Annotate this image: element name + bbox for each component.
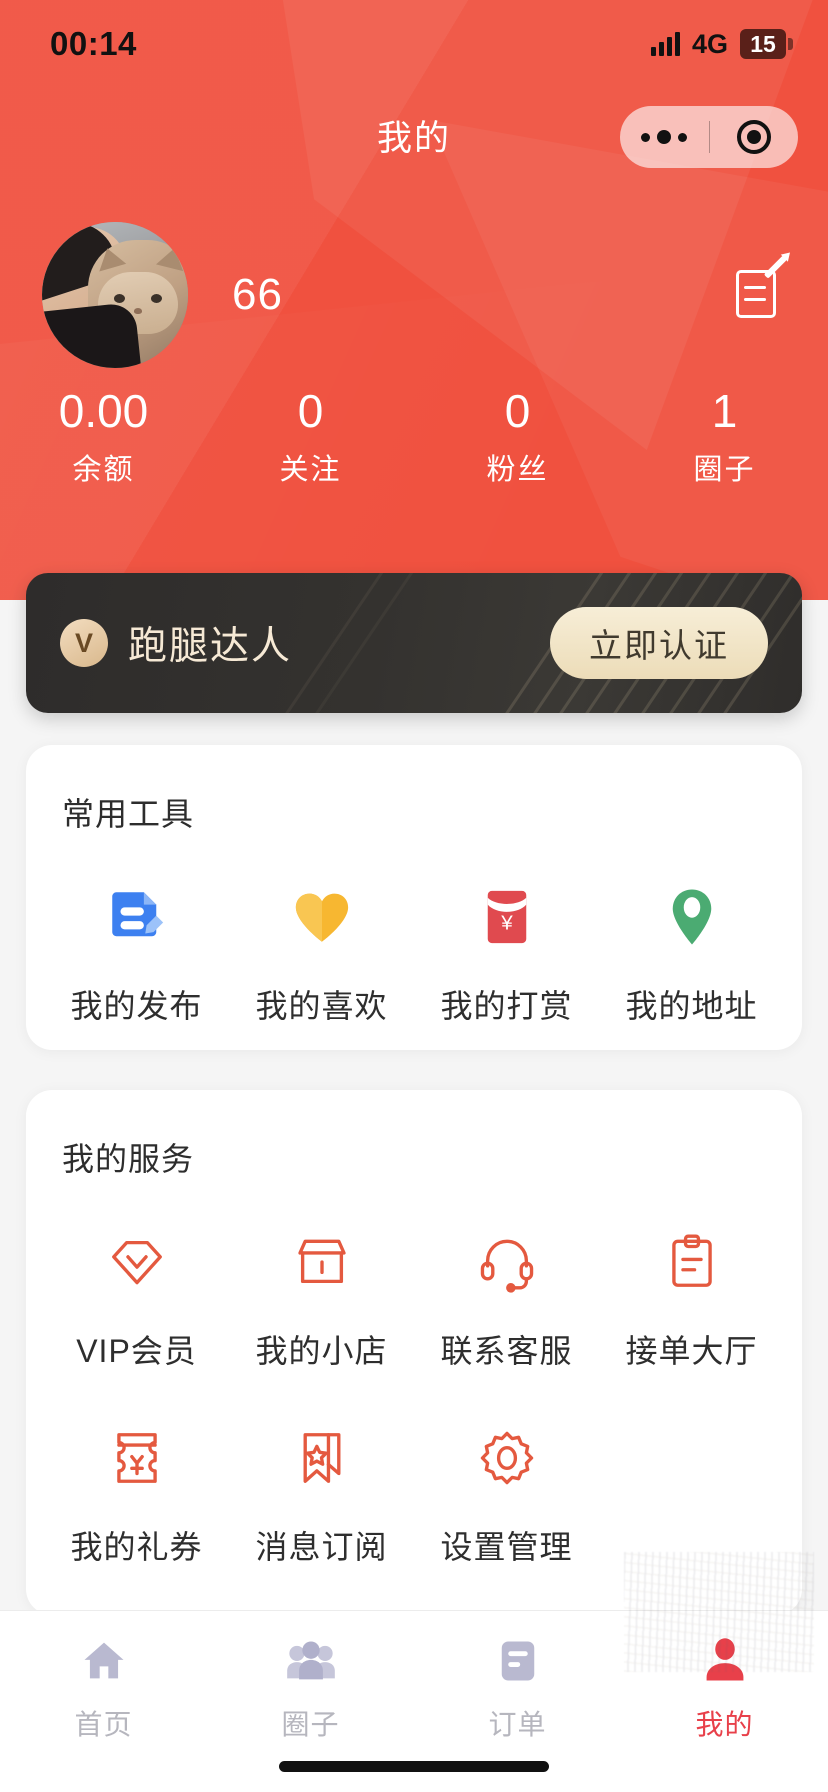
capsule-close-button[interactable] <box>710 120 799 154</box>
edit-profile-icon[interactable] <box>732 255 788 322</box>
signal-bars-icon <box>650 32 680 56</box>
tab-label: 我的 <box>695 1709 754 1740</box>
diamond-icon <box>99 1224 175 1300</box>
common-tools-title: 常用工具 <box>62 796 195 832</box>
red-envelope-icon: ¥ <box>469 879 545 955</box>
edit-line-bottom <box>744 298 766 301</box>
capsule-menu-button[interactable] <box>620 130 709 144</box>
service-label: 设置管理 <box>440 1529 573 1565</box>
stat-label: 粉丝 <box>486 454 549 486</box>
miniprogram-capsule[interactable] <box>620 106 798 168</box>
tool-my-address[interactable]: 我的地址 <box>599 861 784 1057</box>
service-label: 消息订阅 <box>255 1529 388 1565</box>
verified-badge-icon: V <box>60 619 108 667</box>
status-bar: 00:14 4G 15 <box>0 0 828 88</box>
avatar-shirt <box>42 301 142 368</box>
tool-label: 我的喜欢 <box>255 988 388 1024</box>
my-services-card: 我的服务 VIP会员 我的小店 联系客服 接单大厅 我的礼券 消息订阅 设置管理 <box>26 1090 802 1615</box>
service-label: VIP会员 <box>76 1333 197 1369</box>
profile-row: 66 <box>0 220 828 370</box>
service-label: 我的礼券 <box>70 1529 203 1565</box>
tool-label: 我的地址 <box>625 988 758 1024</box>
edit-line-top <box>744 286 766 289</box>
service-my-coupons[interactable]: 我的礼券 <box>44 1402 229 1598</box>
home-icon <box>76 1633 132 1689</box>
stat-value: 1 <box>711 385 738 437</box>
page-title: 我的 <box>376 118 451 158</box>
tool-label: 我的打赏 <box>440 988 573 1024</box>
stat-label: 关注 <box>279 454 342 486</box>
service-settings[interactable]: 设置管理 <box>414 1402 599 1598</box>
stat-following[interactable]: 0 关注 <box>207 388 414 488</box>
avatar[interactable] <box>42 222 188 368</box>
status-right-group: 4G 15 <box>650 28 793 60</box>
common-tools-card: 常用工具 我的发布 我的喜欢 ¥ 我的打赏 我的地址 <box>26 745 802 1050</box>
tool-my-posts[interactable]: 我的发布 <box>44 861 229 1057</box>
shop-icon <box>284 1224 360 1300</box>
status-time: 00:14 <box>50 25 137 62</box>
avatar-cat-eye-right <box>151 294 162 303</box>
verify-card-title: 跑腿达人 <box>128 625 293 668</box>
document-edit-icon <box>99 879 175 955</box>
service-label: 接单大厅 <box>625 1333 758 1369</box>
service-label: 我的小店 <box>255 1333 388 1369</box>
service-label: 联系客服 <box>440 1333 573 1369</box>
location-pin-icon <box>654 879 730 955</box>
avatar-cat-nose <box>134 308 142 314</box>
tool-my-likes[interactable]: 我的喜欢 <box>229 861 414 1057</box>
headset-icon <box>469 1224 545 1300</box>
tab-label: 圈子 <box>281 1709 340 1740</box>
my-services-grid: VIP会员 我的小店 联系客服 接单大厅 我的礼券 消息订阅 设置管理 <box>26 1180 802 1598</box>
home-indicator <box>279 1761 549 1772</box>
tool-label: 我的发布 <box>70 988 203 1024</box>
my-services-title: 我的服务 <box>62 1141 195 1177</box>
tab-label: 首页 <box>74 1709 133 1740</box>
tool-my-rewards[interactable]: ¥ 我的打赏 <box>414 861 599 1057</box>
coupon-yuan-icon <box>99 1420 175 1496</box>
service-message-subscription[interactable]: 消息订阅 <box>229 1402 414 1598</box>
network-type-label: 4G <box>691 28 728 59</box>
stat-label: 圈子 <box>693 454 756 486</box>
tab-home[interactable]: 首页 <box>0 1633 207 1743</box>
nav-header: 我的 <box>0 92 828 178</box>
clipboard-icon <box>654 1224 730 1300</box>
service-my-shop[interactable]: 我的小店 <box>229 1206 414 1402</box>
tab-label: 订单 <box>488 1709 547 1740</box>
battery-icon: 15 <box>740 29 793 59</box>
order-list-icon <box>490 1633 546 1689</box>
verify-now-button[interactable]: 立即认证 <box>550 607 768 679</box>
profile-stats: 0.00 余额 0 关注 0 粉丝 1 圈子 <box>0 388 828 488</box>
svg-text:¥: ¥ <box>500 911 513 934</box>
stat-value: 0 <box>297 385 324 437</box>
stat-followers[interactable]: 0 粉丝 <box>414 388 621 488</box>
tab-circles[interactable]: 圈子 <box>207 1633 414 1743</box>
profile-username[interactable]: 66 <box>232 270 283 320</box>
service-vip[interactable]: VIP会员 <box>44 1206 229 1402</box>
avatar-cat-eye-left <box>114 294 125 303</box>
bookmark-star-icon <box>284 1420 360 1496</box>
people-group-icon <box>283 1633 339 1689</box>
stat-balance[interactable]: 0.00 余额 <box>0 388 207 488</box>
app-root: 00:14 4G 15 我的 66 0.00 余额 0 关注 0 粉丝 1 圈子… <box>0 0 828 1792</box>
edit-sheet-shape <box>736 270 776 318</box>
stat-label: 余额 <box>72 454 135 486</box>
stat-circles[interactable]: 1 圈子 <box>621 388 828 488</box>
target-circle-icon <box>736 120 771 154</box>
service-customer-support[interactable]: 联系客服 <box>414 1206 599 1402</box>
errand-verify-card[interactable]: V 跑腿达人 立即认证 <box>26 573 802 713</box>
stat-value: 0 <box>504 385 531 437</box>
service-order-hall[interactable]: 接单大厅 <box>599 1206 784 1402</box>
gear-icon <box>469 1420 545 1496</box>
stat-value: 0.00 <box>58 385 149 437</box>
heart-icon <box>284 879 360 955</box>
common-tools-grid: 我的发布 我的喜欢 ¥ 我的打赏 我的地址 <box>26 835 802 1057</box>
more-dots-icon <box>641 130 688 144</box>
screenshot-watermark <box>624 1552 814 1672</box>
tab-orders[interactable]: 订单 <box>414 1633 621 1743</box>
